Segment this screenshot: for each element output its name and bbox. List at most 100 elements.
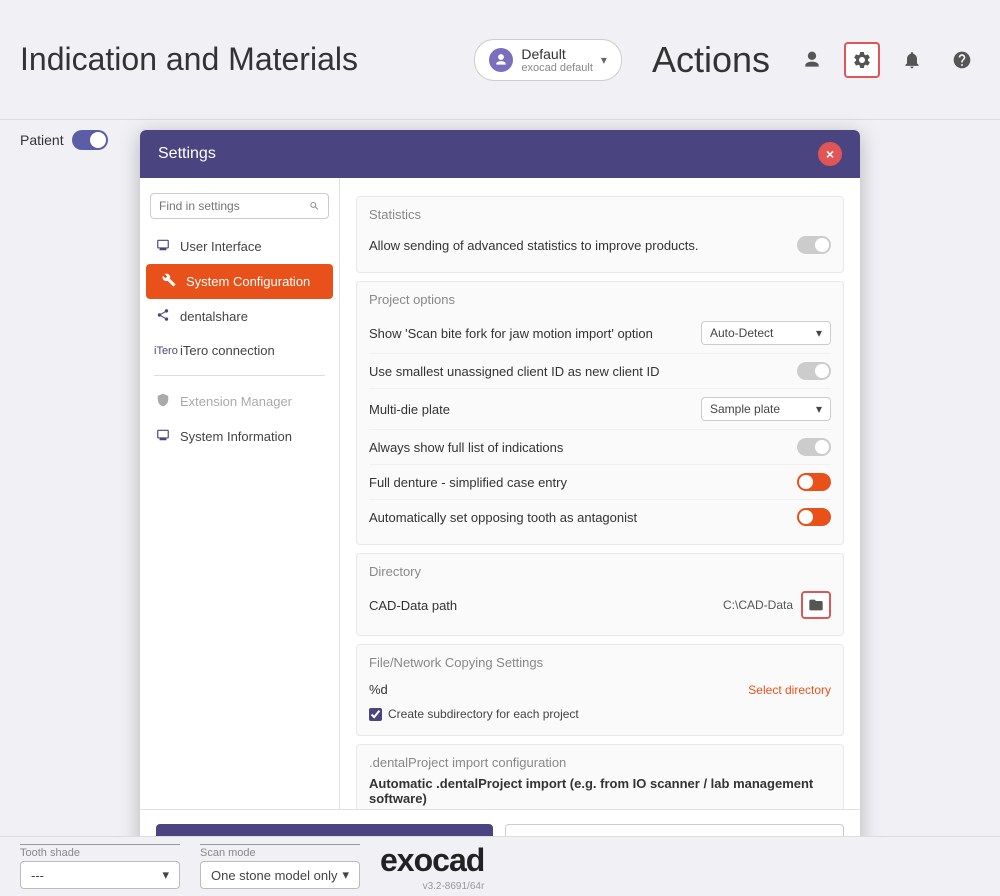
tooth-shade-select[interactable]: --- ▾	[20, 861, 180, 889]
sidebar-label-system-information: System Information	[180, 429, 292, 444]
full-list-toggle[interactable]	[797, 438, 831, 456]
bell-icon-button[interactable]	[894, 42, 930, 78]
jaw-motion-chevron: ▾	[816, 326, 822, 340]
modal-close-button[interactable]: ×	[818, 142, 842, 166]
project-row4: Always show full list of indications	[369, 430, 831, 465]
itero-icon: iTero	[154, 345, 172, 357]
statistics-title: Statistics	[369, 207, 831, 222]
top-bar: Indication and Materials Default exocad …	[0, 0, 1000, 120]
scan-mode-value: One stone model only	[211, 868, 337, 883]
sidebar-item-system-information[interactable]: System Information	[140, 419, 339, 454]
statistics-row1: Allow sending of advanced statistics to …	[369, 228, 831, 262]
sidebar-item-system-configuration[interactable]: System Configuration	[146, 264, 333, 299]
multi-die-value: Sample plate	[710, 402, 780, 416]
actions-section: Actions	[652, 39, 980, 81]
profile-icon	[489, 48, 513, 72]
project-row3: Multi-die plate Sample plate ▾	[369, 389, 831, 430]
cad-data-label: CAD-Data path	[369, 598, 457, 613]
profile-selector[interactable]: Default exocad default ▾	[474, 39, 622, 81]
project-row1: Show 'Scan bite fork for jaw motion impo…	[369, 313, 831, 354]
search-icon	[309, 200, 320, 212]
dental-project-section: .dentalProject import configuration Auto…	[356, 744, 844, 809]
project-label1: Show 'Scan bite fork for jaw motion impo…	[369, 326, 701, 341]
statistics-toggle1[interactable]	[797, 236, 831, 254]
system-info-icon	[154, 428, 172, 445]
settings-modal-overlay: Settings × User Inter	[0, 120, 1000, 836]
subdirectory-label: Create subdirectory for each project	[388, 707, 579, 721]
monitor-icon	[154, 238, 172, 255]
statistics-label1: Allow sending of advanced statistics to …	[369, 238, 797, 253]
project-options-section: Project options Show 'Scan bite fork for…	[356, 281, 844, 545]
scan-mode-group: Scan mode One stone model only ▾	[200, 844, 360, 889]
tooth-shade-label: Tooth shade	[20, 844, 180, 859]
version-text: v3.2-8691/64r	[423, 881, 485, 892]
cad-data-right: C:\CAD-Data	[723, 591, 831, 619]
sidebar-item-dentalshare[interactable]: dentalshare	[140, 299, 339, 334]
cad-data-value: C:\CAD-Data	[723, 598, 793, 612]
subdirectory-row: Create subdirectory for each project	[369, 703, 831, 725]
app-title: Indication and Materials	[20, 41, 474, 78]
project-row2: Use smallest unassigned client ID as new…	[369, 354, 831, 389]
directory-section: Directory CAD-Data path C:\CAD-Data	[356, 553, 844, 636]
chevron-down-icon: ▾	[601, 53, 607, 67]
tooth-shade-value: ---	[31, 868, 44, 883]
gear-icon-button[interactable]	[844, 42, 880, 78]
multi-die-select[interactable]: Sample plate ▾	[701, 397, 831, 421]
exocad-logo: exocad	[380, 842, 484, 879]
sidebar-label-itero: iTero connection	[180, 343, 275, 358]
file-network-path: %d	[369, 682, 388, 697]
file-network-title: File/Network Copying Settings	[369, 655, 831, 670]
search-box[interactable]	[150, 193, 329, 219]
settings-search-input[interactable]	[159, 199, 303, 213]
sidebar-label-dentalshare: dentalshare	[180, 309, 248, 324]
modal-header: Settings ×	[140, 130, 860, 178]
client-id-toggle[interactable]	[797, 362, 831, 380]
dental-project-bold: Automatic .dentalProject import (e.g. fr…	[369, 776, 831, 806]
nav-divider	[154, 375, 325, 376]
subdirectory-checkbox[interactable]	[369, 708, 382, 721]
sidebar-item-extension-manager: Extension Manager	[140, 384, 339, 419]
actions-label: Actions	[652, 39, 770, 81]
help-icon-button[interactable]	[944, 42, 980, 78]
sidebar-item-user-interface[interactable]: User Interface	[140, 229, 339, 264]
select-directory-link[interactable]: Select directory	[748, 683, 831, 697]
tooth-shade-chevron: ▾	[162, 867, 169, 883]
project-label3: Multi-die plate	[369, 402, 701, 417]
profile-sub: exocad default	[521, 62, 593, 74]
wrench-icon	[160, 273, 178, 290]
settings-modal: Settings × User Inter	[140, 130, 860, 880]
project-label6: Automatically set opposing tooth as anta…	[369, 510, 797, 525]
profile-text: Default exocad default	[521, 46, 593, 74]
user-icon-button[interactable]	[794, 42, 830, 78]
cad-data-folder-button[interactable]	[801, 591, 831, 619]
settings-content: Statistics Allow sending of advanced sta…	[340, 178, 860, 809]
logo-area: exocad v3.2-8691/64r	[380, 842, 484, 892]
jaw-motion-select[interactable]: Auto-Detect ▾	[701, 321, 831, 345]
project-row6: Automatically set opposing tooth as anta…	[369, 500, 831, 534]
sidebar-label-user-interface: User Interface	[180, 239, 262, 254]
antagonist-toggle[interactable]	[797, 508, 831, 526]
profile-name: Default	[521, 46, 593, 62]
modal-title: Settings	[158, 145, 216, 163]
modal-body: User Interface System Configuration	[140, 178, 860, 809]
scan-mode-select[interactable]: One stone model only ▾	[200, 861, 360, 889]
sidebar-label-system-configuration: System Configuration	[186, 274, 310, 289]
project-label2: Use smallest unassigned client ID as new…	[369, 364, 797, 379]
tooth-shade-group: Tooth shade --- ▾	[20, 844, 180, 889]
nav-sidebar: User Interface System Configuration	[140, 178, 340, 809]
project-options-title: Project options	[369, 292, 831, 307]
file-network-path-row: %d Select directory	[369, 676, 831, 703]
full-denture-toggle[interactable]	[797, 473, 831, 491]
bottom-bar: Tooth shade --- ▾ Scan mode One stone mo…	[0, 836, 1000, 896]
project-row5: Full denture - simplified case entry	[369, 465, 831, 500]
scan-mode-chevron: ▾	[342, 867, 349, 883]
sidebar-item-itero[interactable]: iTero iTero connection	[140, 334, 339, 367]
jaw-motion-value: Auto-Detect	[710, 326, 773, 340]
sidebar-label-extension-manager: Extension Manager	[180, 394, 292, 409]
project-label4: Always show full list of indications	[369, 440, 797, 455]
statistics-section: Statistics Allow sending of advanced sta…	[356, 196, 844, 273]
project-label5: Full denture - simplified case entry	[369, 475, 797, 490]
scan-mode-label: Scan mode	[200, 844, 360, 859]
share-icon	[154, 308, 172, 325]
cad-data-row: CAD-Data path C:\CAD-Data	[369, 585, 831, 625]
